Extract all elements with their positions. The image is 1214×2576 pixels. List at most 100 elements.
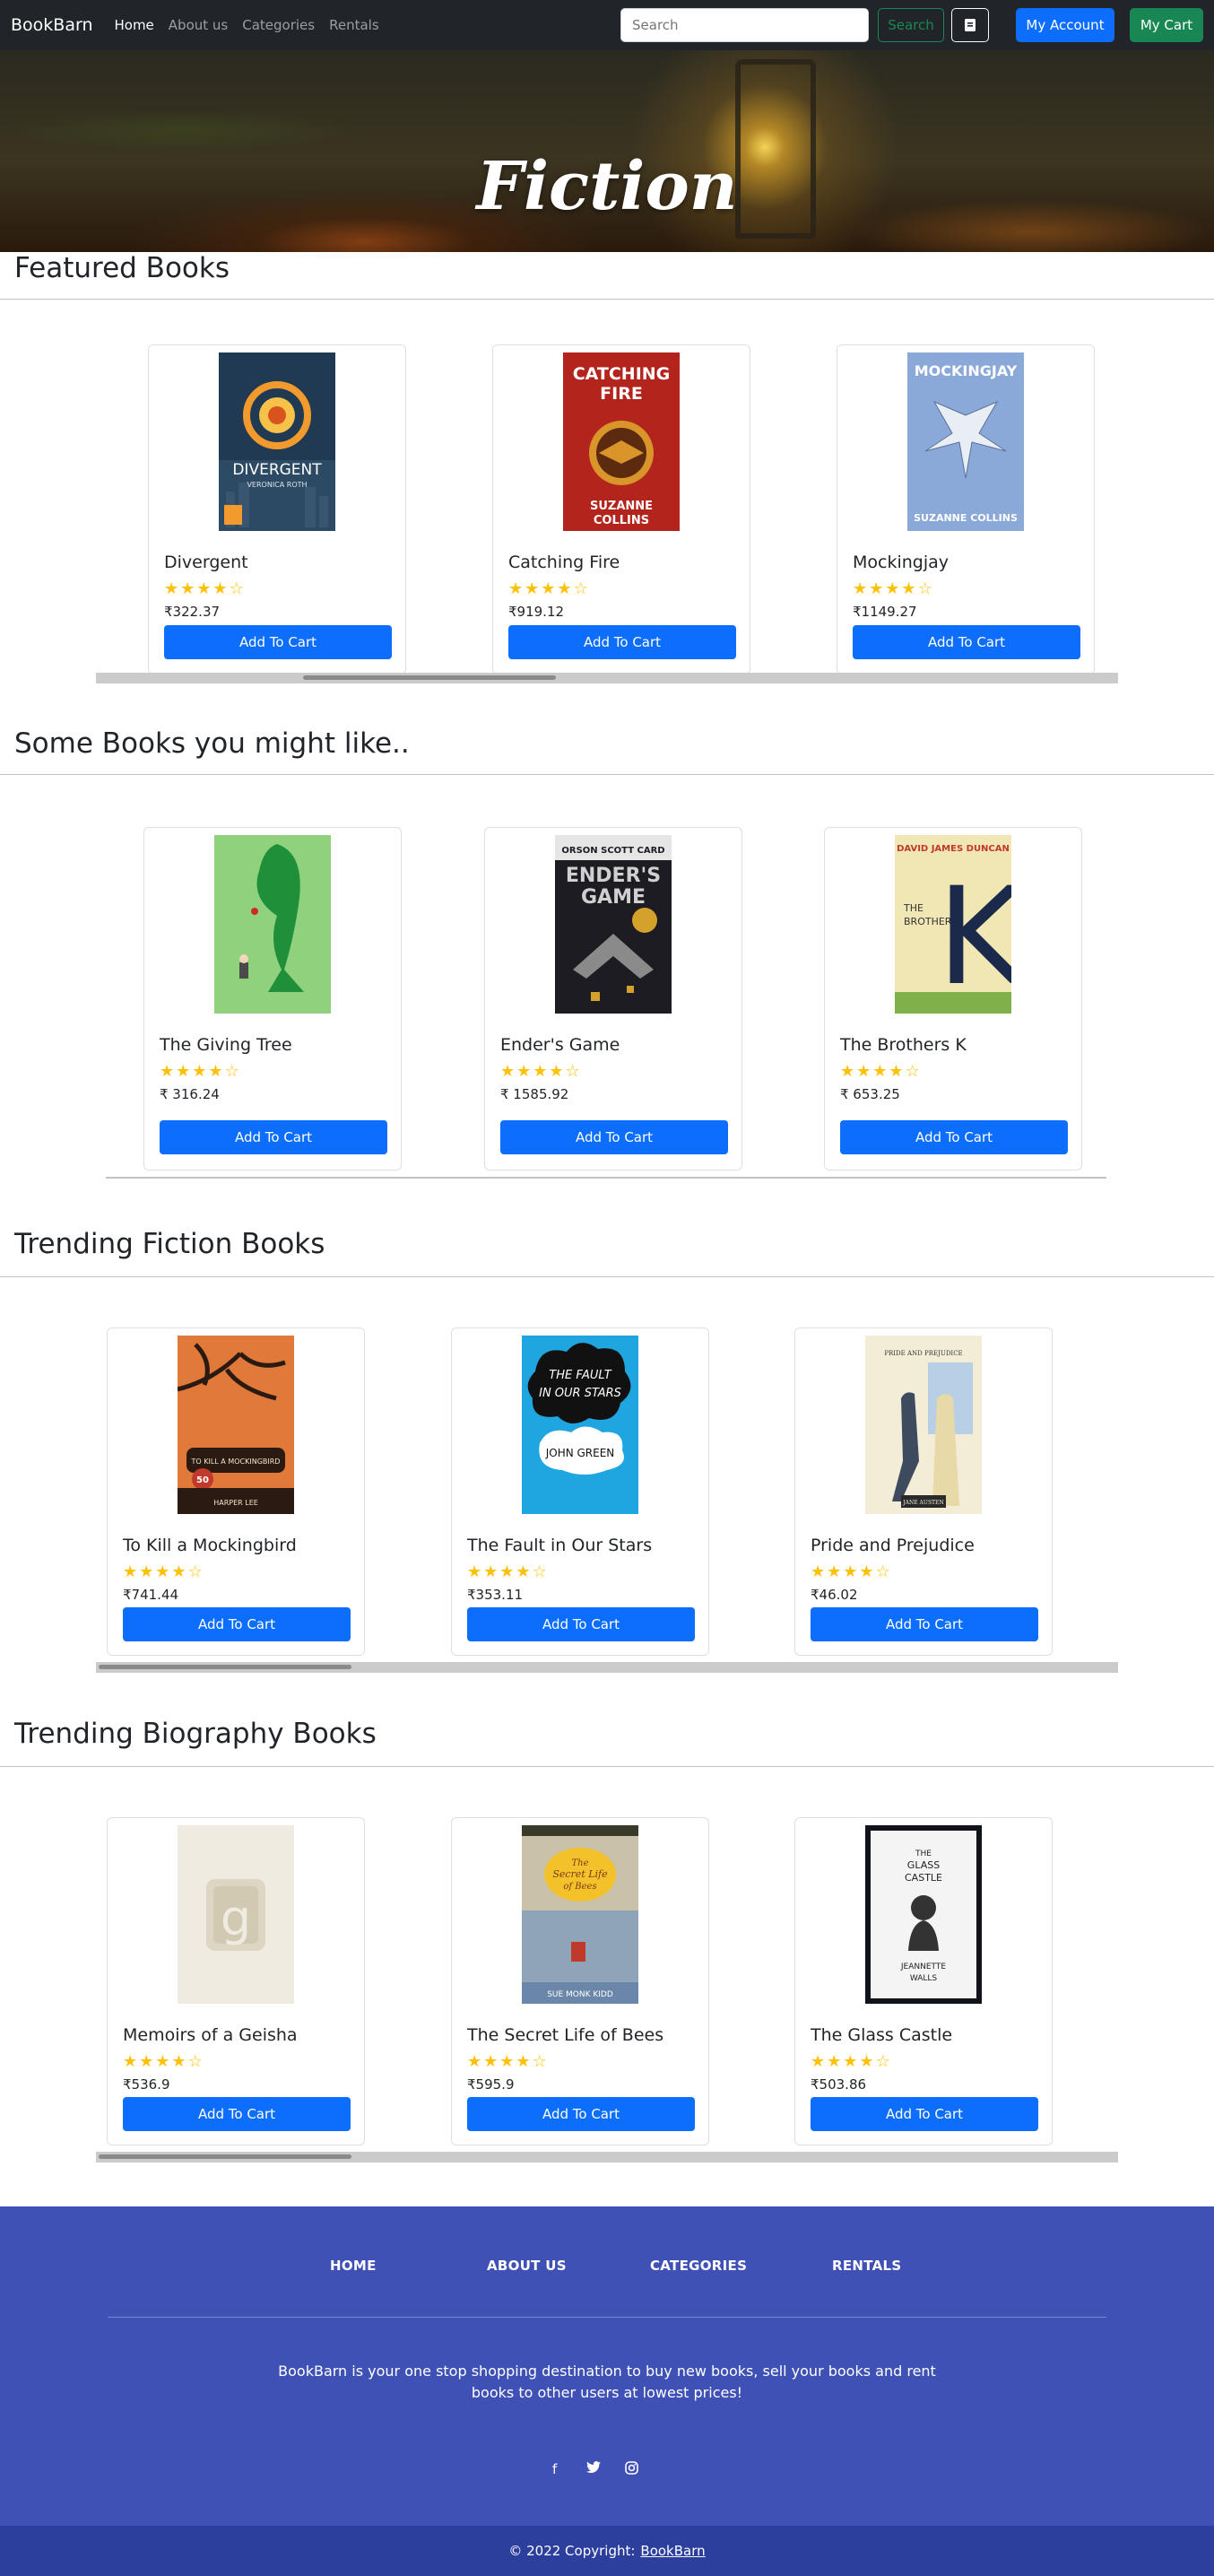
book-cover-secret-life-of-bees: The Secret Life of Bees SUE MONK KIDD	[522, 1825, 638, 2004]
rating-stars: ★ ★ ★ ★ ☆	[508, 579, 588, 598]
book-cover-divergent: DIVERGENT VERONICA ROTH	[219, 352, 335, 531]
footer-description: BookBarn is your one stop shopping desti…	[278, 2363, 936, 2401]
rating-stars: ★ ★ ★ ★ ☆	[840, 1062, 920, 1081]
book-title[interactable]: Catching Fire	[508, 553, 620, 572]
add-to-cart-button[interactable]: Add To Cart	[160, 1120, 387, 1154]
book-price: ₹ 1585.92	[500, 1086, 569, 1102]
book-title[interactable]: Ender's Game	[500, 1035, 620, 1055]
svg-text:HARPER LEE: HARPER LEE	[213, 1499, 258, 1507]
svg-text:CATCHING: CATCHING	[573, 364, 671, 384]
book-price: ₹595.9	[467, 2076, 515, 2093]
book-card: The Secret Life of Bees SUE MONK KIDD Th…	[451, 1817, 709, 2145]
book-title[interactable]: Divergent	[164, 553, 248, 572]
svg-text:THE: THE	[903, 902, 924, 914]
trending-fiction-scrollbar[interactable]	[96, 1662, 1118, 1673]
book-cover-fault-in-our-stars: THE FAULT IN OUR STARS JOHN GREEN	[522, 1336, 638, 1514]
add-to-cart-button[interactable]: Add To Cart	[467, 1607, 695, 1641]
section-divider	[106, 1177, 1106, 1179]
section-divider	[0, 1276, 1214, 1277]
book-title[interactable]: Mockingjay	[853, 553, 949, 572]
svg-text:ENDER'S: ENDER'S	[566, 865, 661, 887]
svg-text:IN OUR STARS: IN OUR STARS	[539, 1387, 621, 1400]
footer-link-home[interactable]: HOME	[330, 2258, 377, 2274]
book-cover-glass-castle: THE GLASS CASTLE JEANNETTE WALLS	[865, 1825, 982, 2004]
add-to-cart-button[interactable]: Add To Cart	[123, 1607, 351, 1641]
brand-logo[interactable]: BookBarn	[11, 15, 92, 35]
rating-stars: ★ ★ ★ ★ ☆	[500, 1062, 580, 1081]
copyright-link[interactable]: BookBarn	[640, 2543, 705, 2559]
instagram-icon[interactable]	[625, 2461, 638, 2478]
nav-link-about[interactable]: About us	[169, 17, 228, 33]
nav-link-categories[interactable]: Categories	[242, 17, 315, 33]
add-to-cart-button[interactable]: Add To Cart	[164, 625, 392, 659]
svg-text:DAVID JAMES DUNCAN: DAVID JAMES DUNCAN	[897, 844, 1010, 854]
book-cover-mockingbird: TO KILL A MOCKINGBIRD 50 HARPER LEE	[178, 1336, 294, 1514]
footer-divider	[108, 2317, 1106, 2318]
svg-text:PRIDE AND PREJUDICE: PRIDE AND PREJUDICE	[884, 1350, 962, 1357]
book-title[interactable]: The Brothers K	[840, 1035, 967, 1055]
svg-text:Secret Life: Secret Life	[552, 1868, 608, 1880]
scrollbar-thumb[interactable]	[99, 1665, 351, 1669]
book-cover-mockingjay: MOCKINGJAY SUZANNE COLLINS	[907, 352, 1024, 531]
hero-carousel: Fiction	[0, 50, 1214, 252]
add-to-cart-button[interactable]: Add To Cart	[500, 1120, 728, 1154]
add-to-cart-button[interactable]: Add To Cart	[811, 2097, 1038, 2131]
scrollbar-thumb[interactable]	[99, 2154, 351, 2159]
book-price: ₹503.86	[811, 2076, 867, 2093]
search-button[interactable]: Search	[878, 8, 944, 42]
trending-biography-scrollbar[interactable]	[96, 2152, 1118, 2163]
book-card: MOCKINGJAY SUZANNE COLLINS Mockingjay ★ ★…	[837, 344, 1095, 674]
book-card: CATCHING FIRE SUZANNE COLLINS Catching F…	[492, 344, 750, 674]
svg-text:K: K	[937, 859, 1011, 1014]
book-title[interactable]: The Secret Life of Bees	[467, 2025, 663, 2045]
scrollbar-thumb[interactable]	[303, 675, 556, 680]
nav-link-home[interactable]: Home	[114, 17, 153, 33]
book-title[interactable]: Pride and Prejudice	[811, 1536, 975, 1555]
book-price: ₹919.12	[508, 604, 565, 620]
footer-link-about[interactable]: ABOUT US	[487, 2258, 567, 2274]
trending-biography-section: Trending Biography Books	[0, 1718, 1214, 1767]
book-title[interactable]: The Glass Castle	[811, 2025, 952, 2045]
add-to-cart-button[interactable]: Add To Cart	[840, 1120, 1068, 1154]
add-to-cart-button[interactable]: Add To Cart	[853, 625, 1080, 659]
featured-books-section: Featured Books	[0, 252, 1214, 300]
footer-link-rentals[interactable]: RENTALS	[832, 2258, 902, 2274]
svg-text:TO KILL A MOCKINGBIRD: TO KILL A MOCKINGBIRD	[191, 1458, 281, 1466]
search-form: Search	[620, 8, 989, 42]
section-title: Some Books you might like..	[14, 727, 410, 760]
facebook-icon[interactable]: f	[552, 2461, 557, 2477]
book-title[interactable]: Memoirs of a Geisha	[123, 2025, 298, 2045]
svg-text:SUE MONK KIDD: SUE MONK KIDD	[547, 1990, 613, 1999]
rating-stars: ★ ★ ★ ★ ☆	[853, 579, 932, 598]
book-price: ₹46.02	[811, 1587, 858, 1603]
book-title[interactable]: To Kill a Mockingbird	[123, 1536, 297, 1555]
my-cart-button[interactable]: My Cart	[1130, 8, 1203, 42]
rating-stars: ★ ★ ★ ★ ☆	[467, 2052, 547, 2071]
footer-link-categories[interactable]: CATEGORIES	[650, 2258, 747, 2274]
svg-text:THE: THE	[915, 1849, 932, 1858]
book-button[interactable]	[951, 8, 989, 42]
search-input[interactable]	[620, 8, 869, 42]
book-title[interactable]: The Giving Tree	[160, 1035, 292, 1055]
my-account-button[interactable]: My Account	[1016, 8, 1114, 42]
rating-stars: ★ ★ ★ ★ ☆	[811, 2052, 890, 2071]
add-to-cart-button[interactable]: Add To Cart	[467, 2097, 695, 2131]
nav-link-rentals[interactable]: Rentals	[329, 17, 379, 33]
section-title: Trending Fiction Books	[14, 1228, 325, 1260]
featured-scrollbar[interactable]	[96, 673, 1118, 683]
twitter-icon[interactable]	[586, 2461, 601, 2477]
section-title: Trending Biography Books	[14, 1718, 377, 1750]
book-title[interactable]: The Fault in Our Stars	[467, 1536, 652, 1555]
book-icon	[965, 19, 976, 31]
add-to-cart-button[interactable]: Add To Cart	[123, 2097, 351, 2131]
book-card: g Memoirs of a Geisha ★ ★ ★ ★ ☆ ₹536.9 Add T…	[107, 1817, 365, 2145]
book-price: ₹1149.27	[853, 604, 917, 620]
svg-text:JANE AUSTEN: JANE AUSTEN	[902, 1500, 943, 1506]
book-price: ₹353.11	[467, 1587, 524, 1603]
svg-text:THE FAULT: THE FAULT	[549, 1369, 612, 1382]
svg-text:COLLINS: COLLINS	[594, 514, 649, 527]
svg-text:SUZANNE: SUZANNE	[590, 500, 653, 513]
add-to-cart-button[interactable]: Add To Cart	[811, 1607, 1038, 1641]
add-to-cart-button[interactable]: Add To Cart	[508, 625, 736, 659]
svg-text:SUZANNE COLLINS: SUZANNE COLLINS	[914, 512, 1018, 524]
